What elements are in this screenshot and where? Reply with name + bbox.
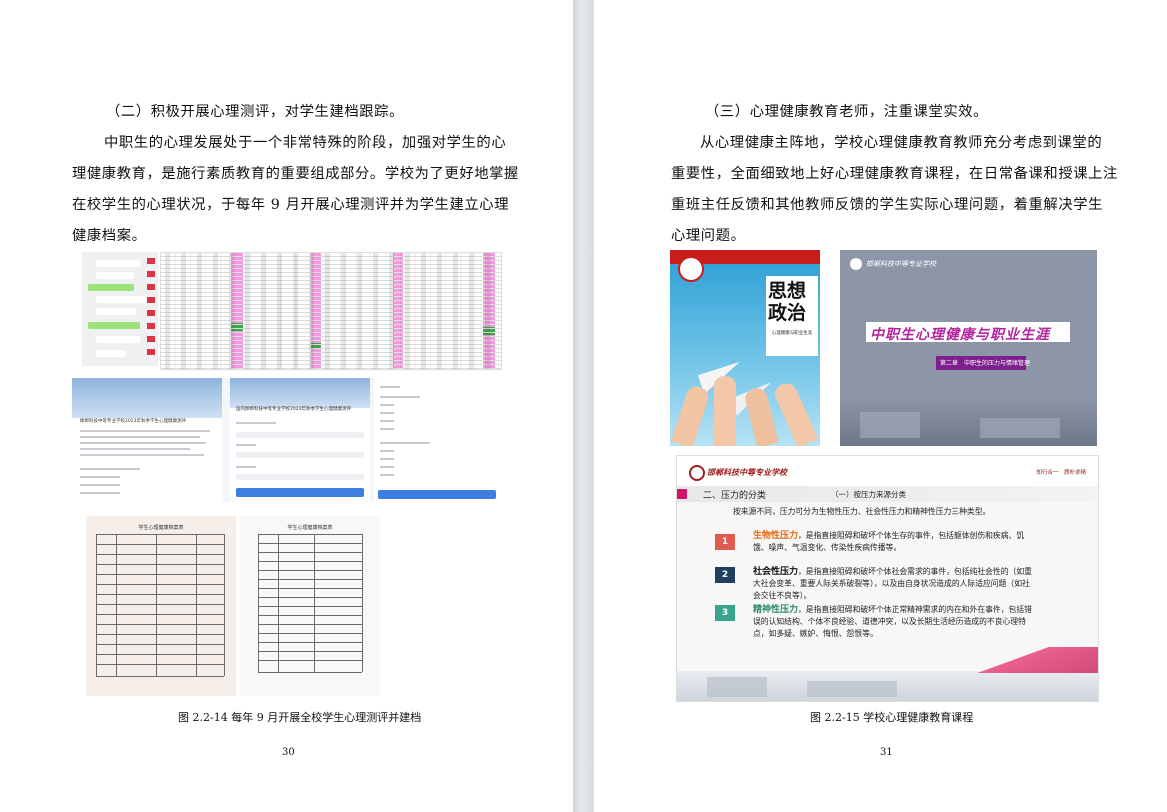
slide2-item-1: 生物性压力，是指直接阻碍和破坏个体生存的事件，包括躯体创伤和疾病、饥饿、噪声、气…: [753, 531, 1025, 552]
body-line-1: 从心理健康主阵地，学校心理健康教育教师充分考虑到课堂的: [700, 135, 1103, 151]
item-tag-1: 1: [715, 534, 735, 550]
figure-caption-left: 图 2.2-14 每年 9 月开展全校学生心理测评并建档: [178, 711, 422, 724]
textbook-cover: 思想 政治 心理健康与职业生涯: [670, 250, 820, 446]
form-mid-title: 国内邯郸科技中等专业学校2023年秋季学生心理健康测评: [236, 407, 351, 412]
slide2-subsection: （一）按压力来源分类: [831, 490, 906, 499]
chat-screenshot: [82, 252, 158, 366]
page-gutter: [573, 0, 594, 812]
slide2-intro: 按来源不同，压力可分为生物性压力、社会性压力和精神性压力三种类型。: [733, 507, 991, 516]
lesson-slide-content: 邯郸科技中等专业学校 知行合一 质朴求精 二、压力的分类 （一）按压力来源分类 …: [676, 455, 1099, 702]
section-heading: （二）积极开展心理测评，对学生建档跟踪。: [106, 104, 404, 120]
slide2-section: 二、压力的分类: [703, 491, 767, 501]
slide2-school: 邯郸科技中等专业学校: [707, 467, 787, 477]
form-left-title: 邯郸科技中等专业学校2023年秋季学生心理健康测评: [80, 419, 186, 424]
page-number-right: 31: [880, 747, 893, 758]
item-tag-2: 2: [715, 567, 735, 583]
archive-form-photo-1: 学生心理健康档案表: [86, 516, 236, 696]
slide2-item-3: 精神性压力，是指直接阻碍和破坏个体正常精神需求的内在和外在事件，包括错误的认知结…: [753, 605, 1032, 638]
body-line-3: 在校学生的心理状况，于每年 9 月开展心理测评并为学生建立心理: [72, 197, 510, 213]
body-line-4: 心理问题。: [671, 228, 746, 244]
spreadsheet-screenshot: [160, 252, 502, 370]
slide1-school: 邯郸科技中等专业学校: [866, 260, 936, 268]
page-31: （三）心理健康教育老师，注重课堂实效。 从心理健康主阵地，学校心理健康教育教师充…: [594, 0, 1167, 812]
body-line-1: 中职生的心理发展处于一个非常特殊的阶段，加强对学生的心: [104, 135, 507, 151]
slide2-motto: 知行合一 质朴求精: [1036, 470, 1086, 476]
document-spread: （二）积极开展心理测评，对学生建档跟踪。 中职生的心理发展处于一个非常特殊的阶段…: [0, 0, 1167, 812]
book-title-2: 政治: [768, 302, 807, 324]
slide1-chapter: 第二章 中职生的压力与情绪管理: [940, 360, 1031, 367]
lesson-slide-cover: 邯郸科技中等专业学校 中职生心理健康与职业生涯 第二章 中职生的压力与情绪管理: [840, 250, 1097, 446]
book-subtitle: 心理健康与职业生涯: [771, 331, 813, 336]
section-heading: （三）心理健康教育老师，注重课堂实效。: [705, 104, 989, 120]
survey-forms-screenshot: 邯郸科技中等专业学校2023年秋季学生心理健康测评 国内邯郸科技中等专业学校20…: [72, 378, 500, 502]
figure-caption-right: 图 2.2-15 学校心理健康教育课程: [810, 711, 974, 724]
item-tag-3: 3: [715, 605, 735, 621]
slide2-item-2: 社会性压力，是指直接阻碍和破坏个体社会需求的事件，包括纯社会性的（如重大社会变革…: [753, 567, 1032, 600]
body-line-2: 重要性，全面细致地上好心理健康教育课程，在日常备课和授课上注: [671, 166, 1118, 182]
page-30: （二）积极开展心理测评，对学生建档跟踪。 中职生的心理发展处于一个非常特殊的阶段…: [0, 0, 573, 812]
body-line-3: 重班主任反馈和其他教师反馈的学生实际心理问题，着重解决学生: [671, 197, 1104, 213]
body-line-2: 理健康教育，是施行素质教育的重要组成部分。学校为了更好地掌握: [72, 166, 519, 182]
book-title-1: 思想: [768, 280, 807, 302]
slide1-title: 中职生心理健康与职业生涯: [870, 327, 1050, 343]
body-line-4: 健康档案。: [72, 228, 147, 244]
page-number-left: 30: [282, 747, 295, 758]
archive-form-photo-2: 学生心理健康档案表: [240, 516, 380, 696]
